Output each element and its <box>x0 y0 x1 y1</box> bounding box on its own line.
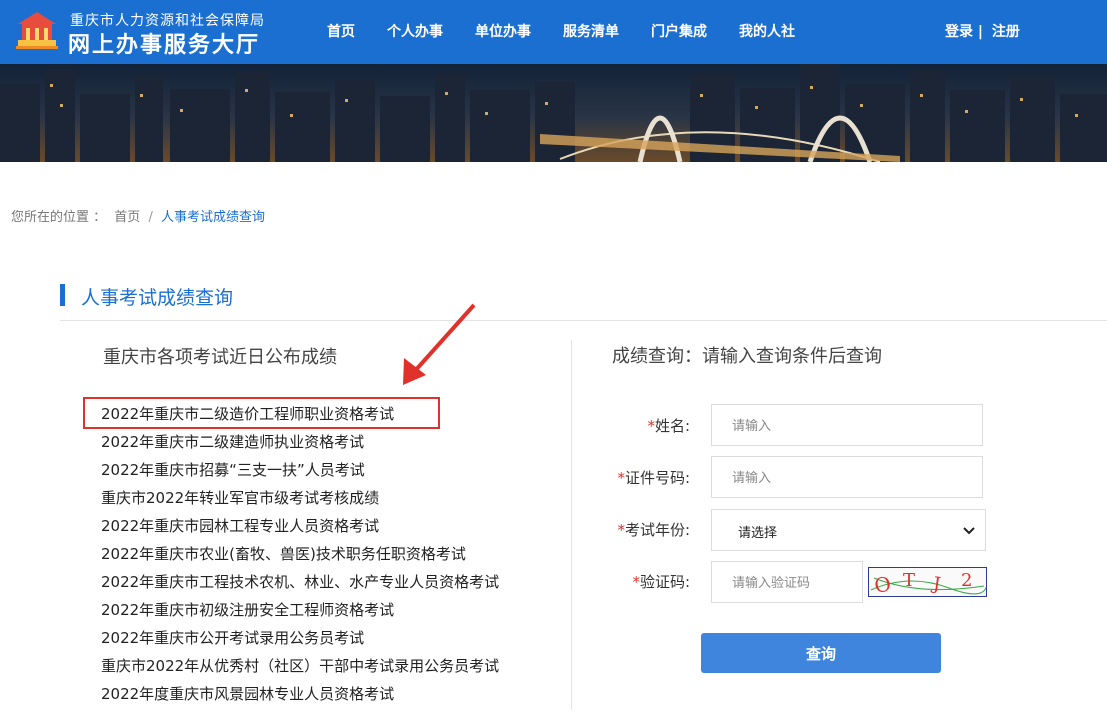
captcha-char: O <box>872 571 892 597</box>
breadcrumb-home[interactable]: 首页 <box>114 210 140 225</box>
query-submit-button[interactable]: 查询 <box>701 633 941 673</box>
id-number-label: *证件号码: <box>580 467 690 488</box>
name-label: *姓名: <box>580 415 690 436</box>
required-mark: * <box>647 417 655 435</box>
recent-results-heading: 重庆市各项考试近日公布成绩 <box>103 347 337 368</box>
exam-year-label-text: 考试年份: <box>624 521 690 539</box>
captcha-char: J <box>930 573 942 595</box>
query-form-heading: 成绩查询：请输入查询条件后查询 <box>612 346 882 367</box>
captcha-char: T <box>903 570 915 591</box>
breadcrumb-prefix: 您所在的位置 ： <box>11 210 107 225</box>
exam-list-item[interactable]: 2022年重庆市工程技术农机、林业、水产专业人员资格考试 <box>101 568 499 596</box>
captcha-char: 2 <box>961 570 972 591</box>
required-mark: * <box>617 521 625 539</box>
breadcrumb-separator: / <box>148 210 153 225</box>
exam-list-item[interactable]: 2022年重庆市招募“三支一扶”人员考试 <box>101 456 499 484</box>
exam-list-item[interactable]: 2022年重庆市农业(畜牧、兽医)技术职务任职资格考试 <box>101 540 499 568</box>
nav-home[interactable]: 首页 <box>327 21 355 41</box>
exam-list-item[interactable]: 2022年重庆市园林工程专业人员资格考试 <box>101 512 499 540</box>
captcha-glyphs: O T J 2 <box>870 570 986 597</box>
captcha-label: *验证码: <box>580 571 690 592</box>
top-header: 重庆市人力资源和社会保障局 网上办事服务大厅 首页 个人办事 单位办事 服务清单… <box>0 0 1107 64</box>
nav-service-list[interactable]: 服务清单 <box>563 21 619 41</box>
breadcrumb-current[interactable]: 人事考试成绩查询 <box>161 210 265 225</box>
city-skyline-image <box>0 64 1107 162</box>
chevron-down-icon <box>963 527 975 535</box>
name-input[interactable] <box>711 404 983 446</box>
breadcrumb: 您所在的位置 ： 首页 / 人事考试成绩查询 <box>11 206 265 225</box>
highlight-box <box>83 397 440 429</box>
exam-year-select[interactable]: 请选择 <box>711 509 986 551</box>
captcha-label-text: 验证码: <box>639 573 690 591</box>
register-link[interactable]: 注册 <box>992 24 1020 40</box>
city-banner <box>0 64 1107 162</box>
section-accent-bar <box>60 284 65 306</box>
exam-list: 2022年重庆市二级造价工程师职业资格考试 2022年重庆市二级建造师执业资格考… <box>101 400 499 708</box>
required-mark: * <box>632 573 640 591</box>
page-title: 人事考试成绩查询 <box>81 287 234 309</box>
building-emblem-icon <box>16 12 58 49</box>
exam-list-item[interactable]: 2022年度重庆市风景园林专业人员资格考试 <box>101 680 499 708</box>
captcha-image[interactable]: O T J 2 <box>868 567 987 597</box>
exam-list-item[interactable]: 2022年重庆市初级注册安全工程师资格考试 <box>101 596 499 624</box>
exam-list-item[interactable]: 2022年重庆市公开考试录用公务员考试 <box>101 624 499 652</box>
site-title[interactable]: 网上办事服务大厅 <box>68 27 260 59</box>
exam-year-label: *考试年份: <box>580 519 690 540</box>
nav-company[interactable]: 单位办事 <box>475 21 531 41</box>
auth-links: 登录 | 注册 <box>945 21 1020 41</box>
captcha-input[interactable] <box>711 561 863 603</box>
nav-portal[interactable]: 门户集成 <box>651 21 707 41</box>
column-divider <box>571 340 572 710</box>
login-link[interactable]: 登录 <box>945 24 973 40</box>
section-divider <box>60 320 1107 321</box>
nav-personal[interactable]: 个人办事 <box>387 21 443 41</box>
name-label-text: 姓名: <box>654 417 690 435</box>
exam-list-item[interactable]: 重庆市2022年转业军官市级考试考核成绩 <box>101 484 499 512</box>
exam-list-item[interactable]: 2022年重庆市二级建造师执业资格考试 <box>101 428 499 456</box>
exam-year-selected: 请选择 <box>738 526 778 541</box>
auth-separator: | <box>977 24 983 40</box>
id-number-input[interactable] <box>711 456 983 498</box>
required-mark: * <box>617 469 625 487</box>
id-number-label-text: 证件号码: <box>624 469 690 487</box>
exam-list-item[interactable]: 重庆市2022年从优秀村（社区）干部中考试录用公务员考试 <box>101 652 499 680</box>
nav-my-account[interactable]: 我的人社 <box>739 21 795 41</box>
